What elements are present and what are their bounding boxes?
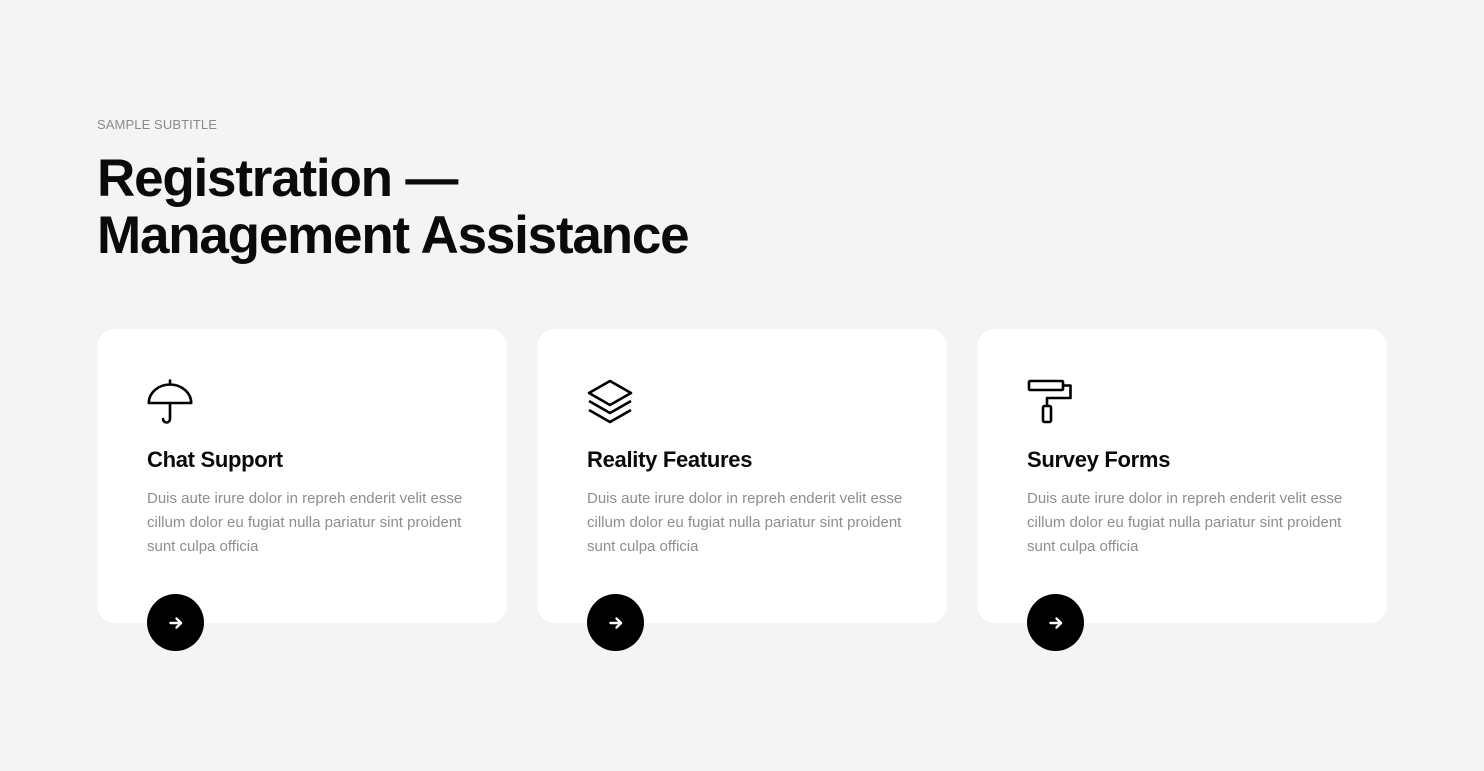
service-cards: Chat Support Duis aute irure dolor in re… bbox=[97, 329, 1387, 651]
card-title: Chat Support bbox=[147, 447, 283, 472]
umbrella-icon bbox=[147, 379, 193, 425]
card-arrow-button[interactable] bbox=[587, 594, 644, 651]
layers-icon bbox=[587, 379, 633, 425]
section-heading-line-1: Registration — bbox=[97, 149, 458, 208]
arrow-right-icon bbox=[608, 616, 622, 629]
card-description: Duis aute irure dolor in repreh enderit … bbox=[147, 490, 463, 555]
section-subtitle: SAMPLE SUBTITLE bbox=[97, 117, 217, 132]
card-arrow-button[interactable] bbox=[1027, 594, 1084, 651]
service-card-survey-forms: Survey Forms Duis aute irure dolor in re… bbox=[977, 329, 1387, 651]
card-description: Duis aute irure dolor in repreh enderit … bbox=[1027, 490, 1343, 555]
card-description: Duis aute irure dolor in repreh enderit … bbox=[587, 490, 903, 555]
card-title: Survey Forms bbox=[1027, 447, 1171, 472]
services-section: SAMPLE SUBTITLE Registration — Managemen… bbox=[97, 0, 1387, 771]
card-title: Reality Features bbox=[587, 447, 753, 472]
section-heading-line-2: Management Assistance bbox=[97, 206, 690, 265]
service-card-chat-support: Chat Support Duis aute irure dolor in re… bbox=[97, 329, 507, 651]
card-arrow-button[interactable] bbox=[147, 594, 204, 651]
paint-roller-icon bbox=[1027, 379, 1073, 425]
arrow-right-icon bbox=[168, 616, 182, 629]
arrow-right-icon bbox=[1048, 616, 1062, 629]
service-card-reality-features: Reality Features Duis aute irure dolor i… bbox=[537, 329, 947, 651]
section-heading: Registration — Management Assistance bbox=[97, 149, 690, 265]
